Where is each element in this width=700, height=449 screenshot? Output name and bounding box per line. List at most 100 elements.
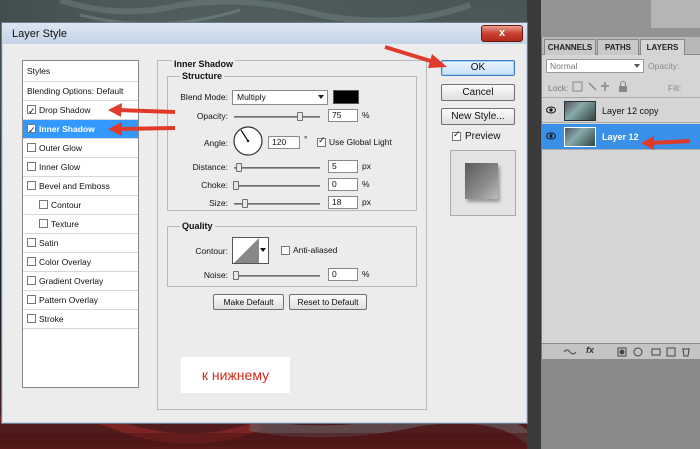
new-style-button[interactable]: New Style... [441,108,515,125]
style-item-contour[interactable]: Contour [23,196,138,215]
link-icon [563,349,577,355]
anti-aliased-checkbox[interactable] [281,246,290,255]
distance-unit: px [362,161,371,171]
style-checkbox[interactable] [27,143,36,152]
layer-opacity-label: Opacity: [648,61,680,71]
style-item-stroke[interactable]: Stroke [23,310,138,329]
style-item-pattern-overlay[interactable]: Pattern Overlay [23,291,138,310]
noise-slider-track[interactable] [234,275,320,277]
dialog-titlebar[interactable]: Layer Style x [1,22,528,44]
layer-name: Layer 12 copy [602,106,659,116]
style-item-label: Satin [39,238,59,248]
angle-dial[interactable] [232,125,264,157]
layers-panel: CHANNELS PATHS LAYERS Normal Opacity: Lo… [541,37,700,359]
style-item-gradient-overlay[interactable]: Gradient Overlay [23,272,138,291]
panel-dock-bottom [541,359,700,449]
layer-row-layer-12-copy[interactable]: Layer 12 copy [542,97,700,123]
use-global-light-checkbox[interactable] [317,135,326,147]
ok-button[interactable]: OK [441,60,515,76]
style-checkbox[interactable] [27,162,36,171]
size-slider-thumb[interactable] [242,199,248,208]
layer-thumbnail [564,127,596,147]
noise-input[interactable]: 0 [328,268,358,281]
blend-mode-select[interactable]: Multiply [232,90,328,105]
noise-slider-thumb[interactable] [233,271,239,280]
opacity-slider-thumb[interactable] [297,112,303,121]
cancel-button[interactable]: Cancel [441,84,515,101]
style-checkbox[interactable] [27,314,36,323]
distance-slider-track[interactable] [234,167,320,169]
style-item-drop-shadow[interactable]: Drop Shadow [23,101,138,120]
preview-checkbox[interactable] [452,129,461,141]
layer-blend-mode-select[interactable]: Normal [546,59,644,73]
canvas-scrollbar[interactable] [527,0,541,449]
contour-preview-icon [234,238,259,263]
style-item-label: Texture [51,219,79,229]
styles-list: Styles Blending Options: Default Drop Sh… [22,60,139,388]
style-item-label: Inner Glow [39,162,81,172]
blend-mode-label: Blend Mode: [180,92,228,102]
inner-shadow-title: Inner Shadow [172,59,236,69]
style-item-satin[interactable]: Satin [23,234,138,253]
size-input[interactable]: 18 [328,196,358,209]
angle-input[interactable]: 120 [268,136,300,149]
lock-label: Lock: [548,83,569,93]
style-item-label: Drop Shadow [39,105,91,115]
style-checkbox[interactable] [27,181,36,190]
style-item-label: Bevel and Emboss [39,181,110,191]
tab-layers[interactable]: LAYERS [640,39,685,55]
style-item-outer-glow[interactable]: Outer Glow [23,139,138,158]
blending-options-item[interactable]: Blending Options: Default [23,82,138,101]
distance-input[interactable]: 5 [328,160,358,173]
style-checkbox[interactable] [27,121,36,139]
style-item-texture[interactable]: Texture [23,215,138,234]
annotation-note: к нижнему [181,357,290,393]
style-item-inner-shadow[interactable]: Inner Shadow [23,120,138,139]
style-checkbox[interactable] [39,200,48,209]
style-checkbox[interactable] [27,257,36,266]
layer-footer-icons[interactable] [562,347,692,357]
contour-picker[interactable] [232,237,269,264]
trash-icon [682,348,690,357]
style-checkbox[interactable] [27,238,36,247]
style-preview [450,150,516,216]
choke-slider-thumb[interactable] [233,181,239,190]
styles-header[interactable]: Styles [23,61,138,82]
choke-input[interactable]: 0 [328,178,358,191]
size-unit: px [362,197,371,207]
style-item-color-overlay[interactable]: Color Overlay [23,253,138,272]
style-item-bevel-and-emboss[interactable]: Bevel and Emboss [23,177,138,196]
preview-label: Preview [465,131,501,142]
shadow-color-swatch[interactable] [333,90,359,104]
tab-channels[interactable]: CHANNELS [544,39,596,55]
size-label: Size: [209,198,228,208]
adjustment-icon [633,347,643,357]
contour-label: Contour: [195,246,228,256]
style-checkbox[interactable] [39,219,48,228]
distance-slider-thumb[interactable] [236,163,242,172]
layer-name: Layer 12 [602,132,639,142]
opacity-slider-track[interactable] [234,116,320,118]
chevron-down-icon [318,95,324,99]
close-button[interactable]: x [481,25,523,42]
layers-footer: fx [542,343,700,359]
opacity-input[interactable]: 75 [328,109,358,122]
make-default-button[interactable]: Make Default [213,294,284,310]
eye-icon[interactable] [546,105,556,115]
style-checkbox[interactable] [27,102,36,120]
folder-icon [651,348,661,356]
choke-label: Choke: [201,180,228,190]
style-item-inner-glow[interactable]: Inner Glow [23,158,138,177]
style-checkbox[interactable] [27,295,36,304]
choke-slider-track[interactable] [234,185,320,187]
style-checkbox[interactable] [27,276,36,285]
style-item-label: Pattern Overlay [39,295,99,305]
reset-default-button[interactable]: Reset to Default [289,294,367,310]
eye-icon[interactable] [546,131,556,141]
tab-paths[interactable]: PATHS [597,39,639,55]
layer-row-layer-12[interactable]: Layer 12 [542,124,700,150]
fx-icon[interactable]: fx [586,345,594,355]
lock-icons[interactable] [572,81,632,92]
fill-label: Fill: [668,83,682,93]
anti-aliased-label: Anti-aliased [293,245,338,255]
